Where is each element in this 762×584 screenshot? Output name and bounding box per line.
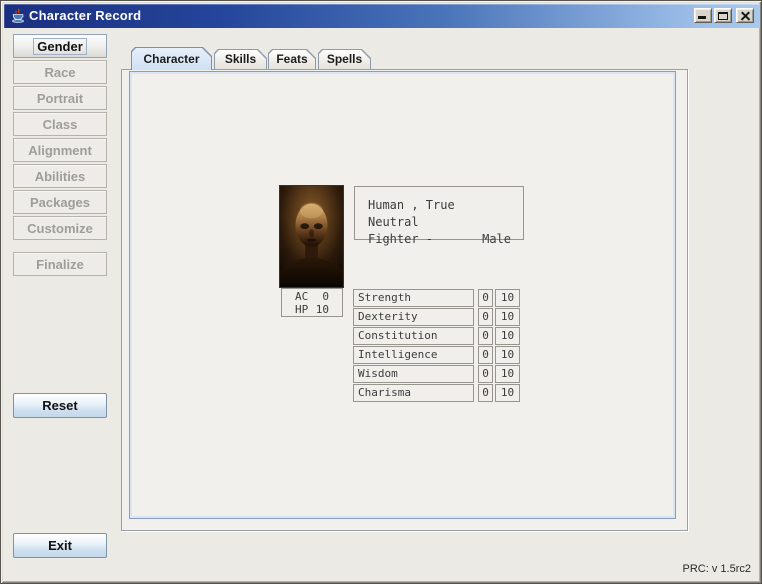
ability-score-constitution: 10 [495, 327, 520, 345]
ac-value: 0 [314, 290, 329, 303]
ability-mod-wisdom: 0 [478, 365, 493, 383]
reset-button[interactable]: Reset [13, 393, 107, 418]
ability-name-dexterity: Dexterity [353, 308, 474, 326]
ability-score-wisdom: 10 [495, 365, 520, 383]
sidebar-item-gender[interactable]: Gender [13, 34, 107, 58]
finalize-button[interactable]: Finalize [13, 252, 107, 276]
window-title: Character Record [29, 8, 141, 23]
tab-label: Skills [225, 52, 256, 66]
ac-label: AC [295, 290, 314, 303]
button-label: Alignment [28, 143, 92, 158]
tab-spells[interactable]: Spells [318, 49, 371, 69]
button-label: Portrait [37, 91, 83, 106]
vitals-box: AC 0 HP 10 [281, 288, 343, 317]
ability-mod-dexterity: 0 [478, 308, 493, 326]
button-label: Exit [48, 538, 72, 553]
maximize-button[interactable] [714, 8, 732, 23]
sidebar-item-packages[interactable]: Packages [13, 190, 107, 214]
tab-feats[interactable]: Feats [268, 49, 316, 69]
button-label: Customize [27, 221, 93, 236]
hp-label: HP [295, 303, 314, 316]
ability-score-dexterity: 10 [495, 308, 520, 326]
sidebar-item-portrait[interactable]: Portrait [13, 86, 107, 110]
sidebar-item-race[interactable]: Race [13, 60, 107, 84]
ability-mod-strength: 0 [478, 289, 493, 307]
sidebar-item-class[interactable]: Class [13, 112, 107, 136]
minimize-icon [698, 16, 706, 19]
hp-value: 10 [314, 303, 329, 316]
button-label: Abilities [35, 169, 86, 184]
tab-character[interactable]: Character [131, 47, 212, 70]
tab-skills[interactable]: Skills [214, 49, 267, 69]
exit-button[interactable]: Exit [13, 533, 107, 558]
ability-mod-charisma: 0 [478, 384, 493, 402]
summary-class-gender: Fighter - Male [368, 231, 511, 248]
ability-score-strength: 10 [495, 289, 520, 307]
tab-label: Feats [276, 52, 307, 66]
ability-score-intelligence: 10 [495, 346, 520, 364]
portrait-image [279, 185, 344, 288]
character-summary-box: Human , True Neutral Fighter - Male [354, 186, 524, 240]
ac-row: AC 0 [295, 290, 342, 303]
button-label: Reset [42, 398, 77, 413]
button-label: Class [43, 117, 78, 132]
button-label: Finalize [36, 257, 84, 272]
ability-name-strength: Strength [353, 289, 474, 307]
ability-score-charisma: 10 [495, 384, 520, 402]
ability-name-charisma: Charisma [353, 384, 474, 402]
ability-name-constitution: Constitution [353, 327, 474, 345]
sidebar-item-customize[interactable]: Customize [13, 216, 107, 240]
summary-race-alignment: Human , True Neutral [368, 197, 511, 231]
summary-class: Fighter - [368, 231, 433, 248]
ability-mod-intelligence: 0 [478, 346, 493, 364]
sidebar-item-alignment[interactable]: Alignment [13, 138, 107, 162]
close-icon [739, 10, 751, 21]
hp-row: HP 10 [295, 303, 342, 316]
ability-name-wisdom: Wisdom [353, 365, 474, 383]
button-label: Race [44, 65, 75, 80]
summary-gender: Male [482, 231, 511, 248]
close-button[interactable] [736, 8, 754, 23]
version-label: PRC: v 1.5rc2 [683, 563, 751, 575]
tab-label: Spells [327, 52, 362, 66]
tab-label: Character [143, 52, 199, 66]
minimize-button[interactable] [694, 8, 712, 23]
button-label: Gender [34, 39, 86, 54]
titlebar[interactable]: Character Record [4, 4, 760, 28]
maximize-icon [718, 12, 728, 20]
button-label: Packages [30, 195, 90, 210]
java-cup-icon [10, 8, 26, 24]
window-controls [692, 8, 754, 23]
ability-name-intelligence: Intelligence [353, 346, 474, 364]
sidebar-item-abilities[interactable]: Abilities [13, 164, 107, 188]
character-record-window: Character Record Gender Race Portrait Cl… [0, 0, 762, 584]
ability-mod-constitution: 0 [478, 327, 493, 345]
